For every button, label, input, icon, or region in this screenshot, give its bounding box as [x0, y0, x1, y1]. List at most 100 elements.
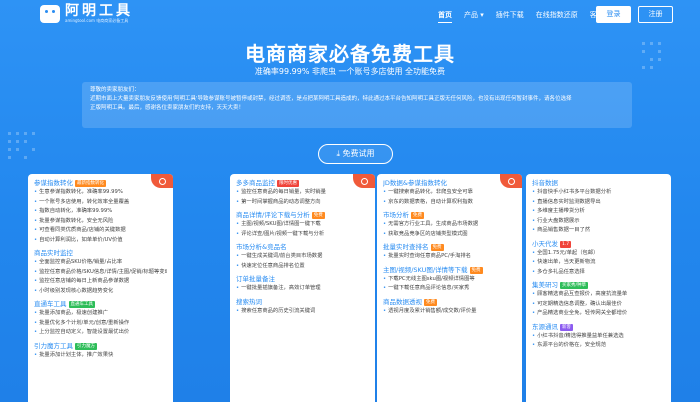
- section-title-text: 批量实时查排名: [383, 243, 429, 251]
- nav-products[interactable]: 产品 ▾: [464, 10, 484, 23]
- feature-item: 产品精选商业全免，轻传网关全都增价: [532, 309, 665, 319]
- hot-badge-icon: [353, 174, 375, 188]
- section-title-text: 搜索热词: [236, 297, 262, 306]
- section-tag: 新客: [560, 323, 573, 331]
- section-title[interactable]: 商品实时监控: [34, 248, 167, 258]
- logo-text: 阿明工具: [65, 3, 133, 19]
- feature-item: 批量优化多个计划/单元/创意/重新操作: [34, 319, 167, 329]
- section-tag: 1.7: [560, 240, 572, 248]
- section-title[interactable]: 搜索热词: [236, 297, 369, 307]
- notice-box: 尊敬的卖家朋友们： 近期市面上大量卖家朋友反馈使用'阿明工具'导致参谋账号被暂停…: [82, 82, 632, 128]
- register-button[interactable]: 注册: [638, 6, 673, 23]
- feature-item: 可定期精选信息调整，确认出最佳价: [532, 300, 665, 310]
- login-button[interactable]: 登录: [596, 6, 631, 23]
- section-title-text: 集美研习: [532, 281, 558, 289]
- feature-item: 无需官方行业工具，生成商品市场数据: [383, 220, 516, 230]
- section-title[interactable]: 商品数据透视 免费: [383, 297, 516, 307]
- section-title-text: 订单批量备注: [236, 275, 275, 283]
- feature-card: JD数据&参谋指数转化一键搜索商品转化，非爬虫安全可靠京东的数据表格，自动计算权…: [377, 174, 522, 402]
- nav-plugin-download[interactable]: 插件下载: [496, 10, 524, 23]
- feature-card: 抖音数据抖音快手小红书多平台数据分析直播信息实时监测数据导出多维度主播带货分析行…: [526, 174, 671, 402]
- section-tag: 限时优惠: [277, 180, 299, 187]
- feature-item: 全面监控商品SKU价格/销量/占比率: [34, 258, 167, 268]
- free-trial-button[interactable]: ⤓ 免费试用: [318, 144, 393, 164]
- section-title-text: 商品实时监控: [34, 249, 73, 257]
- feature-item: 生意参谋指数转化，准确率99.99%: [34, 188, 167, 198]
- feature-card: 多多商品监控限时优惠监控任意商品的每日销量，实时销量第一时间掌握商品的动态调整方…: [230, 174, 375, 402]
- section-title[interactable]: 订单批量备注: [236, 274, 369, 284]
- feature-item: 小时级别发现核心数据趋势变化: [34, 287, 167, 297]
- section-title[interactable]: 批量实时查排名 免费: [383, 242, 516, 252]
- section-tag: 免费: [311, 212, 325, 219]
- section-title-text: 抖音数据: [532, 179, 558, 187]
- nav-home[interactable]: 首页: [438, 10, 452, 23]
- feature-item: 商品销售数据一目了然: [532, 226, 665, 236]
- section-title-text: 商品数据透视: [383, 297, 422, 306]
- section-title[interactable]: 参谋指数转化 最新指数转化: [34, 178, 167, 188]
- dot-pattern-left: [8, 132, 35, 159]
- feature-item: 行业大盘数据展示: [532, 217, 665, 227]
- feature-item: 全国1.75元/单起（包邮）: [532, 249, 665, 259]
- section-title[interactable]: 抖音数据: [532, 178, 665, 188]
- section-title-text: 东源通讯: [532, 322, 558, 331]
- feature-item: 主图/视频/SKU图/详情图一键下载: [236, 220, 369, 230]
- feature-item: 一键搜索商品转化，非爬虫安全可靠: [383, 188, 516, 198]
- notice-greeting: 尊敬的卖家朋友们：: [90, 87, 140, 93]
- section-title[interactable]: 商品详情/评论下载与分析 免费: [236, 210, 369, 220]
- section-title-text: JD数据&参谋指数转化: [383, 179, 447, 187]
- feature-item: 多仓多礼品任意选择: [532, 268, 665, 278]
- nav-links: 首页 产品 ▾ 插件下载 在线指数还原 客服: [438, 10, 616, 23]
- section-title[interactable]: 市场分析 免费: [383, 210, 516, 220]
- feature-item: 下载PC无线主图sku图/视频详情图等: [383, 275, 516, 285]
- section-title[interactable]: 主图/视频/SKU图/详情等下载 免费: [383, 265, 516, 275]
- section-tag: 免费: [469, 266, 483, 274]
- section-tag: 免费: [424, 298, 437, 306]
- section-title[interactable]: 小天代发 1.7: [532, 239, 665, 249]
- section-title-text: 直通车工具: [34, 300, 67, 308]
- feature-item: 顾客精选商品互查报价，高度抗流量单: [532, 290, 665, 300]
- feature-item: 京东的数据表格，自动计算权利指数: [383, 198, 516, 208]
- section-title-text: 小天代发: [532, 239, 558, 248]
- section-tag: 买家秀/种草: [560, 282, 589, 289]
- feature-item: 一键下载任意商品评论信息/买家秀: [383, 284, 516, 294]
- feature-item: 第一时间掌握商品的动态调整方向: [236, 198, 369, 208]
- feature-item: 小红书抖音/精选得推量益单任兼选选: [532, 332, 665, 342]
- section-tag: 最新指数转化: [75, 180, 106, 187]
- section-title[interactable]: 东源通讯 新客: [532, 322, 665, 332]
- feature-item: 批量添加计划主体，推广效果快: [34, 351, 167, 361]
- notice-body: 近期市面上大量卖家朋友反馈使用'阿明工具'导致参谋账号被暂停或封禁，经过调查，是…: [90, 96, 572, 102]
- section-title[interactable]: 集美研习 买家秀/种草: [532, 280, 665, 290]
- section-title-text: 市场分析: [383, 211, 409, 219]
- nav-index-restore[interactable]: 在线指数还原: [536, 10, 578, 23]
- feature-item: 监控任意商品价格/SKU信息/详情/主图/促销/标题等变动: [34, 268, 167, 278]
- section-title-text: 引力魔方工具: [34, 341, 73, 350]
- section-title-text: 市场分析&竞品名: [236, 243, 287, 251]
- hot-badge-icon: [151, 174, 173, 188]
- feature-item: 监控任意商品的每日销量，实时销量: [236, 188, 369, 198]
- feature-item: 一个账号多店使用，转化效率全量覆盖: [34, 198, 167, 208]
- notice-closing: 正版阿明工具。最后，感谢各位卖家朋友们的支持，天天大卖！: [90, 105, 245, 111]
- feature-item: 抖音快手小红书多平台数据分析: [532, 188, 665, 198]
- section-tag: 免费: [411, 212, 424, 219]
- section-tag: 免费: [430, 244, 444, 251]
- section-title[interactable]: 直通车工具 直通车工具: [34, 299, 167, 309]
- section-title-text: 参谋指数转化: [34, 179, 73, 187]
- feature-item: 批量参谋指数转化，安全无风险: [34, 217, 167, 227]
- feature-item: 快速出单，当天更新物流: [532, 258, 665, 268]
- feature-item: 搜索任意商品的历史引流关键词: [236, 307, 369, 317]
- feature-item: 批量添加商品，极速创建推广: [34, 309, 167, 319]
- site-logo[interactable]: 阿明工具 amingtool.com 电商商家必备工具: [40, 4, 133, 23]
- feature-item: 东源平台的价格在，安全规范: [532, 341, 665, 351]
- hero-subtitle: 准确率99.99% 非爬虫 一个账号多店使用 全功能免费: [254, 67, 446, 76]
- feature-item: 多维度主播带货分析: [532, 207, 665, 217]
- section-title[interactable]: 市场分析&竞品名: [236, 242, 369, 252]
- section-title[interactable]: 多多商品监控 限时优惠: [236, 178, 369, 188]
- feature-item: 可查看同类优质商品/店铺的关键数据: [34, 226, 167, 236]
- section-title[interactable]: 引力魔方工具 引力魔方: [34, 341, 167, 351]
- feature-item: 监控任意店铺的每日上新商品参谋数据: [34, 277, 167, 287]
- section-title[interactable]: JD数据&参谋指数转化: [383, 178, 516, 188]
- feature-item: 上分监控自动定义，智能设置最优出价: [34, 328, 167, 338]
- section-tag: 直通车工具: [68, 301, 95, 308]
- logo-icon: [40, 4, 60, 23]
- hot-badge-icon: [500, 174, 522, 188]
